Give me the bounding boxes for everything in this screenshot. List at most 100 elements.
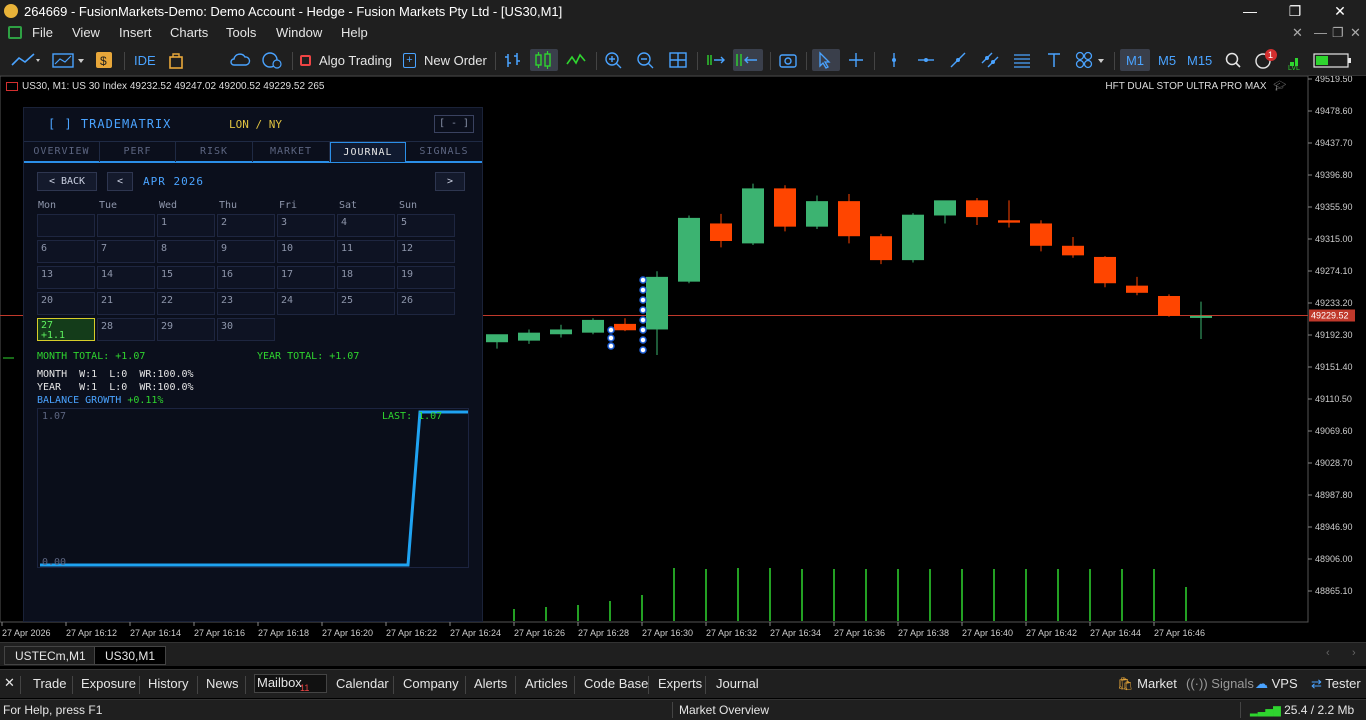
timeframe-m1-button[interactable]: M1 [1120,49,1150,71]
market-button[interactable]: 🛍︎ Market [1117,676,1177,692]
calendar-day-4[interactable]: 4 [337,214,395,237]
panel-minimize-button[interactable]: [ - ] [434,115,474,133]
calendar-day-10[interactable]: 10 [277,240,335,263]
calendar-day-30[interactable]: 30 [217,318,275,341]
crosshair-icon[interactable] [846,49,868,71]
toolbox-tab-alerts[interactable]: Alerts [474,676,507,691]
screenshot-icon[interactable] [778,49,800,71]
toolbox-tab-trade[interactable]: Trade [33,676,66,691]
toolbox-tab-experts[interactable]: Experts [658,676,702,691]
tab-overview[interactable]: OVERVIEW [24,142,100,162]
calendar-day-empty[interactable] [37,214,95,237]
tab-risk[interactable]: RISK [176,142,253,162]
menu-tools[interactable]: Tools [226,25,256,40]
status-market-overview[interactable]: Market Overview [679,703,769,717]
calendar-day-5[interactable]: 5 [397,214,455,237]
calendar-day-17[interactable]: 17 [277,266,335,289]
calendar-day-3[interactable]: 3 [277,214,335,237]
toolbox-tab-journal[interactable]: Journal [716,676,759,691]
connection-status[interactable]: ▂▃▅▇ 25.4 / 2.2 Mb [1250,703,1354,717]
calendar-day-18[interactable]: 18 [337,266,395,289]
text-tool-icon[interactable] [1045,49,1065,71]
back-button[interactable]: < BACK [37,172,97,191]
algo-trading-button[interactable]: Algo Trading [300,49,392,71]
menu-insert[interactable]: Insert [119,25,152,40]
shapes-icon[interactable] [1074,49,1108,71]
tabs-scroll-right-icon[interactable]: › [1352,647,1356,659]
market-bag-icon[interactable] [167,49,187,71]
calendar-day-14[interactable]: 14 [97,266,155,289]
mdi-close-button[interactable]: ✕ [1350,25,1361,41]
notifications-icon[interactable]: 1 [1254,49,1280,71]
toolbox-tab-news[interactable]: News [206,676,239,691]
chart-shift-icon[interactable] [733,49,763,71]
tile-windows-icon[interactable] [668,49,690,71]
tester-button[interactable]: ⇄ Tester [1311,676,1361,692]
calendar-day-8[interactable]: 8 [157,240,215,263]
calendar-day-27[interactable]: 27 +1.1 [37,318,95,341]
globe-plus-icon[interactable] [261,49,283,71]
chart-tab-us30[interactable]: US30,M1 [94,646,167,665]
close-button[interactable]: ✕ [1318,1,1362,21]
channel-icon[interactable] [980,49,1002,71]
tab-perf[interactable]: PERF [100,142,176,162]
prev-month-button[interactable]: < [107,172,133,191]
calendar-day-19[interactable]: 19 [397,266,455,289]
calendar-day-empty[interactable] [97,214,155,237]
mdi-minimize-button[interactable]: — [1314,25,1327,40]
calendar-day-24[interactable]: 24 [277,292,335,315]
zoom-in-icon[interactable] [604,49,626,71]
chart-tab-ustecm[interactable]: USTECm,M1 [4,646,97,665]
menu-charts[interactable]: Charts [170,25,208,40]
chart-type-icon[interactable] [50,49,90,71]
calendar-day-25[interactable]: 25 [337,292,395,315]
vps-button[interactable]: ☁︎ VPS [1255,676,1298,692]
new-order-button[interactable]: + New Order [403,49,487,71]
toolbox-tab-exposure[interactable]: Exposure [81,676,136,691]
zoom-out-icon[interactable] [636,49,658,71]
tabs-scroll-left-icon[interactable]: ‹ [1326,647,1330,659]
vertical-line-icon[interactable] [884,49,906,71]
search-icon[interactable] [1224,49,1244,71]
calendar-day-9[interactable]: 9 [217,240,275,263]
calendar-day-7[interactable]: 7 [97,240,155,263]
cloud-icon[interactable] [229,49,251,71]
calendar-day-23[interactable]: 23 [217,292,275,315]
chart-line-icon[interactable] [10,49,44,71]
pin-icon[interactable]: ✕ [1292,25,1303,41]
chart-menu-icon[interactable] [6,81,18,91]
tab-journal[interactable]: JOURNAL [330,142,406,162]
calendar-day-22[interactable]: 22 [157,292,215,315]
mdi-restore-button[interactable]: ❐ [1332,25,1344,41]
timeframe-m5-button[interactable]: M5 [1158,49,1180,71]
calendar-day-13[interactable]: 13 [37,266,95,289]
calendar-day-11[interactable]: 11 [337,240,395,263]
fibonacci-icon[interactable] [1012,49,1034,71]
toolbox-tab-company[interactable]: Company [403,676,459,691]
menu-file[interactable]: File [32,25,53,40]
timeframe-m15-button[interactable]: M15 [1187,49,1217,71]
horizontal-line-icon[interactable] [916,49,938,71]
auto-scroll-icon[interactable] [705,49,727,71]
menu-window[interactable]: Window [276,25,322,40]
next-month-button[interactable]: > [435,172,465,191]
cursor-icon[interactable] [812,49,840,71]
trendline-icon[interactable] [948,49,970,71]
calendar-day-15[interactable]: 15 [157,266,215,289]
calendar-day-16[interactable]: 16 [217,266,275,289]
menu-view[interactable]: View [72,25,100,40]
tab-market[interactable]: MARKET [253,142,330,162]
expert-advisor-name[interactable]: HFT DUAL STOP ULTRA PRO MAX 🎓︎ [1105,81,1286,92]
calendar-day-1[interactable]: 1 [157,214,215,237]
calendar-day-2[interactable]: 2 [217,214,275,237]
toolbox-tab-mailbox[interactable]: Mailbox 11 [254,674,327,693]
toolbox-tab-calendar[interactable]: Calendar [336,676,389,691]
toolbox-tab-code-base[interactable]: Code Base [584,676,648,691]
calendar-day-6[interactable]: 6 [37,240,95,263]
toolbox-close-button[interactable]: ✕ [4,675,15,691]
gold-coin-icon[interactable]: $ [95,49,115,71]
minimize-button[interactable]: — [1228,1,1272,21]
bar-chart-icon[interactable] [503,49,525,71]
calendar-day-21[interactable]: 21 [97,292,155,315]
calendar-day-12[interactable]: 12 [397,240,455,263]
